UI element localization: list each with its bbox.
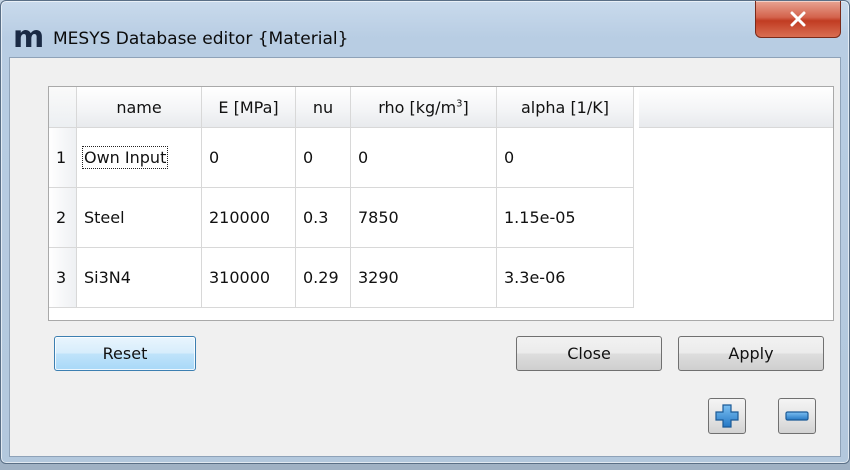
row-header-3[interactable]: 3 (49, 247, 77, 308)
cell-nu[interactable]: 0 (295, 127, 351, 188)
cell-rho[interactable]: 3290 (350, 247, 497, 308)
cell-alpha[interactable]: 0 (496, 127, 634, 188)
window-close-button[interactable] (755, 1, 841, 38)
header-label: nu (312, 97, 334, 117)
cell-nu[interactable]: 0.3 (295, 187, 351, 248)
cell-name[interactable]: Own Input (76, 127, 202, 188)
cell-text: Own Input (81, 146, 169, 169)
header-label: alpha [1/K] (521, 97, 609, 117)
corner-cell[interactable] (49, 87, 77, 128)
table-row: 2 Steel 210000 0.3 7850 1.15e-05 (49, 187, 634, 248)
header-label: rho [kg/m (378, 97, 457, 117)
row-header-2[interactable]: 2 (49, 187, 77, 248)
table-row: 3 Si3N4 310000 0.29 3290 3.3e-06 (49, 247, 634, 308)
header-label: E [MPa] (218, 97, 279, 117)
row-header-1[interactable]: 1 (49, 127, 77, 188)
minus-icon (785, 411, 809, 421)
title-bar[interactable]: m MESYS Database editor {Material} (1, 1, 849, 57)
cell-name[interactable]: Si3N4 (76, 247, 202, 308)
add-row-button[interactable] (708, 398, 746, 434)
cell-alpha[interactable]: 3.3e-06 (496, 247, 634, 308)
table-row: 1 Own Input 0 0 0 0 (49, 127, 634, 188)
apply-button[interactable]: Apply (678, 336, 824, 371)
cell-nu[interactable]: 0.29 (295, 247, 351, 308)
material-grid: name E [MPa] nu rho [kg/m3] alpha [1/K] … (49, 87, 634, 308)
cell-rho[interactable]: 7850 (350, 187, 497, 248)
cell-e-mpa[interactable]: 210000 (201, 187, 296, 248)
app-logo: m (13, 20, 44, 55)
table-header-row: name E [MPa] nu rho [kg/m3] alpha [1/K] (49, 87, 634, 128)
reset-button[interactable]: Reset (54, 336, 196, 371)
cell-e-mpa[interactable]: 0 (201, 127, 296, 188)
column-header-nu[interactable]: nu (295, 87, 351, 128)
cell-name[interactable]: Steel (76, 187, 202, 248)
dialog-window: m MESYS Database editor {Material} name … (0, 0, 850, 464)
material-table[interactable]: name E [MPa] nu rho [kg/m3] alpha [1/K] … (48, 86, 834, 321)
header-filler (639, 87, 833, 128)
window-title: MESYS Database editor {Material} (53, 29, 349, 49)
column-header-e-mpa[interactable]: E [MPa] (201, 87, 296, 128)
column-header-alpha[interactable]: alpha [1/K] (496, 87, 634, 128)
header-label: name (116, 97, 162, 117)
cell-rho[interactable]: 0 (350, 127, 497, 188)
column-header-rho[interactable]: rho [kg/m3] (350, 87, 497, 128)
plus-icon (715, 404, 739, 428)
close-button[interactable]: Close (516, 336, 662, 371)
cell-alpha[interactable]: 1.15e-05 (496, 187, 634, 248)
dialog-client-area: name E [MPa] nu rho [kg/m3] alpha [1/K] … (9, 57, 841, 457)
cell-e-mpa[interactable]: 310000 (201, 247, 296, 308)
column-header-name[interactable]: name (76, 87, 202, 128)
remove-row-button[interactable] (778, 398, 816, 434)
header-label: ] (462, 97, 469, 117)
close-x-icon (790, 11, 806, 27)
